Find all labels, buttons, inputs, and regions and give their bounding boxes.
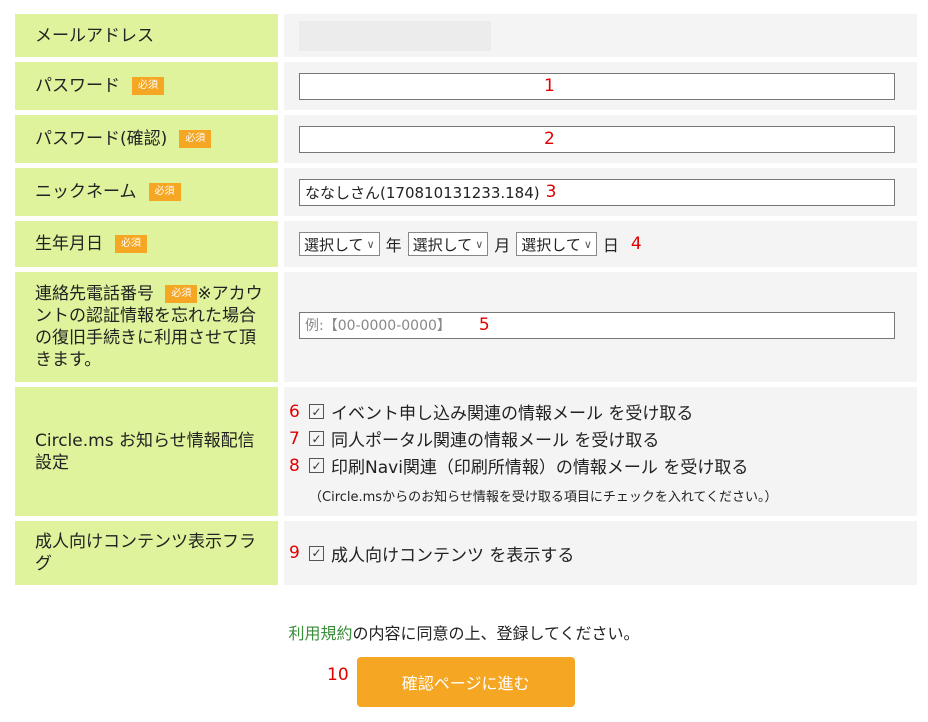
email-row: メールアドレス [15,14,917,57]
terms-link[interactable]: 利用規約 [288,624,352,643]
nickname-row: ニックネーム 必須 ななしさん(170810131233.184) 3 [15,168,917,216]
password-confirm-row: パスワード(確認) 必須 2 [15,115,917,163]
required-badge: 必須 [132,77,164,95]
checkbox-adult-content[interactable]: ✓ [309,545,324,561]
day-unit: 日 [602,236,619,255]
submit-area: 10 確認ページに進む [327,657,575,707]
required-badge: 必須 [165,285,198,303]
email-label: メールアドレス [15,14,278,57]
phone-label: 連絡先電話番号 必須 ※アカウントの認証情報を忘れた場合の復旧手続きに利用させて頂… [15,272,278,382]
required-badge: 必須 [115,235,147,253]
password-confirm-label: パスワード(確認) 必須 [15,115,278,163]
chevron-down-icon: ∨ [475,237,484,251]
annotation-number: 2 [544,128,555,149]
annotation-number: 9 [289,543,300,563]
birthdate-row: 生年月日 必須 選択して ∨ 年 選択して ∨ 月 選択して ∨ 日 4 [15,221,917,267]
email-value [284,14,917,57]
password-input[interactable]: 1 [299,72,895,100]
nickname-value: ななしさん(170810131233.184) [305,183,540,202]
birth-day-select[interactable]: 選択して ∨ [516,232,597,256]
adult-label: 成人向けコンテンツ表示フラグ [15,521,278,585]
nickname-label: ニックネーム 必須 [15,168,278,216]
birth-month-select[interactable]: 選択して ∨ [407,232,489,256]
annotation-number: 7 [289,428,300,449]
annotation-number: 1 [544,75,555,96]
registration-form: メールアドレス パスワード 必須 1 パスワード(確認) 必須 2 ニックネーム… [15,14,917,590]
chevron-down-icon: ∨ [583,237,592,251]
notification-option-event: 6 ✓ イベント申し込み関連の情報メール を受け取る [289,401,694,425]
confirm-page-button[interactable]: 確認ページに進む [356,657,575,707]
adult-row: 成人向けコンテンツ表示フラグ 9 ✓ 成人向けコンテンツ を表示する [15,521,917,585]
adult-option: 9 ✓ 成人向けコンテンツ を表示する [289,543,575,566]
checkbox-portal-mail[interactable]: ✓ [309,431,324,446]
month-unit: 月 [494,236,511,255]
checkbox-event-mail[interactable]: ✓ [309,404,324,419]
notifications-row: Circle.ms お知らせ情報配信設定 6 ✓ イベント申し込み関連の情報メー… [15,387,917,516]
birthdate-label: 生年月日 必須 [15,221,278,267]
phone-placeholder: 例:【00-0000-0000】 [305,318,451,334]
notifications-note: （Circle.msからのお知らせ情報を受け取る項目にチェックを入れてください。… [309,490,778,505]
annotation-number: 8 [289,455,300,476]
required-badge: 必須 [148,183,181,201]
year-unit: 年 [385,236,402,255]
nickname-input[interactable]: ななしさん(170810131233.184) 3 [299,178,895,206]
terms-agreement: 利用規約の内容に同意の上、登録してください。 [288,624,640,643]
birth-year-select[interactable]: 選択して ∨ [299,232,380,256]
annotation-number: 4 [630,234,642,254]
notification-option-portal: 7 ✓ 同人ポータル関連の情報メール を受け取る [289,428,660,452]
annotation-number: 3 [545,182,557,202]
password-confirm-input[interactable]: 2 [299,125,895,153]
checkbox-print-mail[interactable]: ✓ [309,458,324,473]
notifications-label: Circle.ms お知らせ情報配信設定 [15,387,278,516]
required-badge: 必須 [179,130,212,148]
password-label: パスワード 必須 [15,62,278,110]
annotation-number: 6 [289,401,300,422]
email-value-placeholder [299,20,491,51]
phone-row: 連絡先電話番号 必須 ※アカウントの認証情報を忘れた場合の復旧手続きに利用させて頂… [15,272,917,382]
notification-option-print: 8 ✓ 印刷Navi関連（印刷所情報）の情報メール を受け取る [289,455,749,479]
phone-input[interactable]: 例:【00-0000-0000】 5 [299,311,895,339]
chevron-down-icon: ∨ [366,237,375,251]
annotation-number: 5 [478,315,490,335]
password-row: パスワード 必須 1 [15,62,917,110]
annotation-number: 10 [327,665,349,685]
